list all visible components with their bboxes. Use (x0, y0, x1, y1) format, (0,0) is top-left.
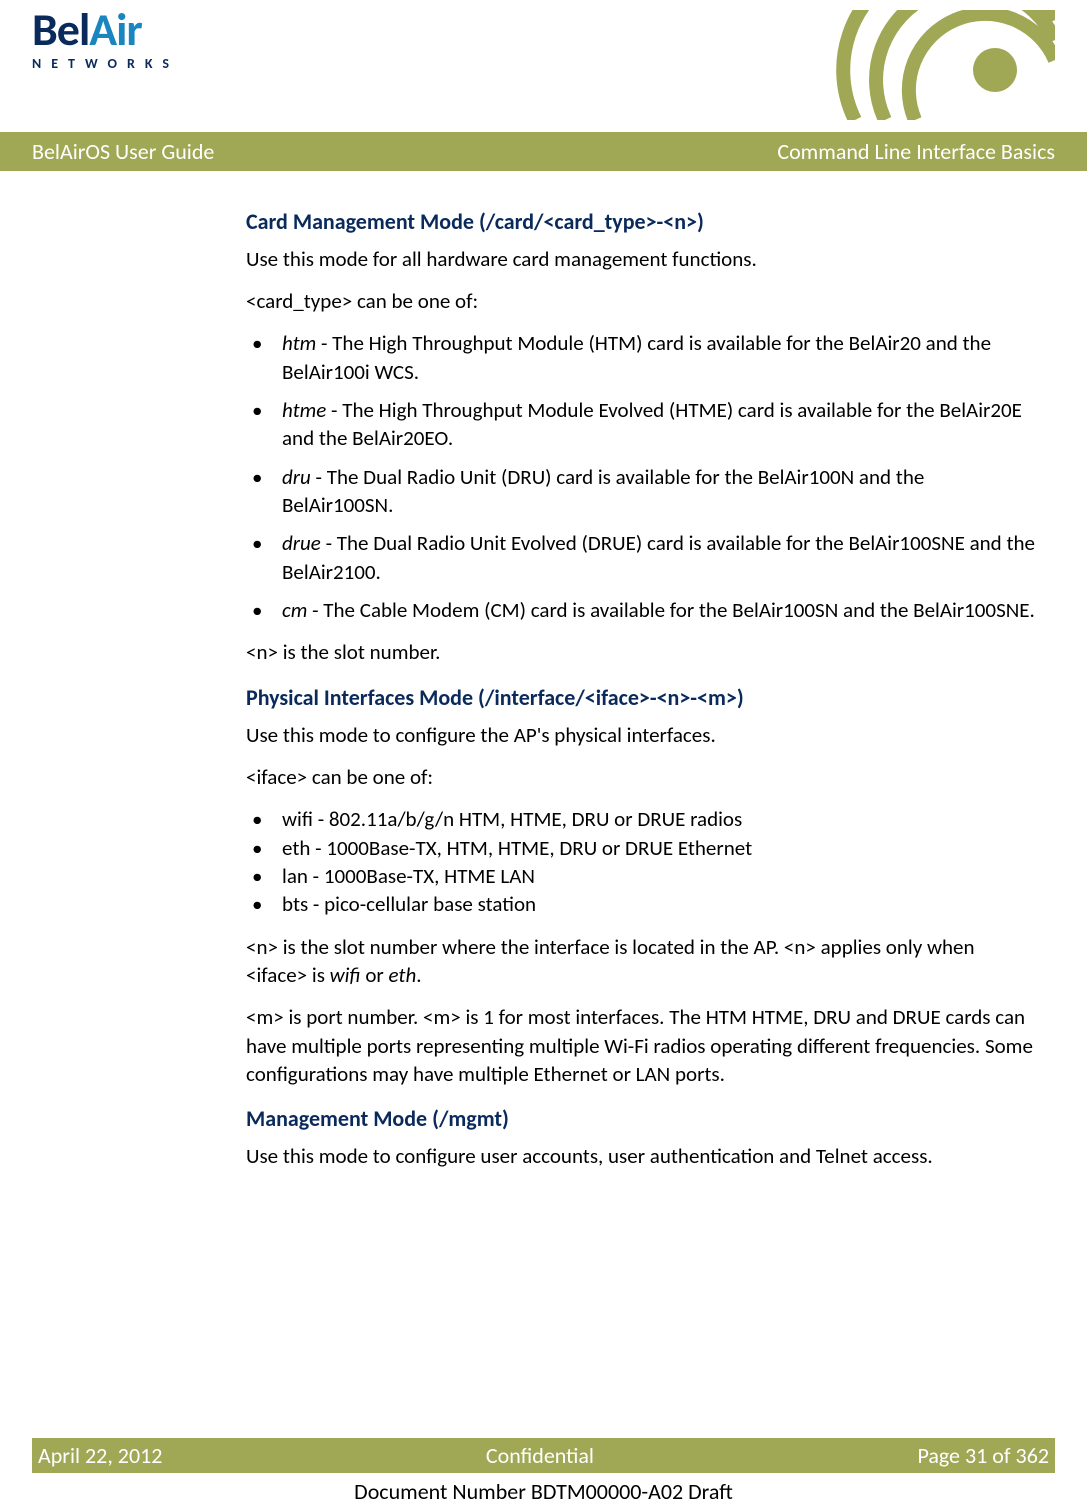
card-lead: <card_type> can be one of: (246, 287, 1037, 315)
heading-management-mode: Management Mode (/mgmt) (246, 1104, 1037, 1134)
term: drue (282, 530, 321, 556)
iface-n-text: <n> is the slot number where the interfa… (246, 933, 1037, 990)
footer-confidential: Confidential (486, 1442, 594, 1469)
desc: - The Cable Modem (CM) card is available… (307, 597, 1034, 623)
term: htm (282, 330, 316, 356)
document-number: Document Number BDTM00000-A02 Draft (0, 1478, 1087, 1505)
footer-bar: April 22, 2012 Confidential Page 31 of 3… (32, 1438, 1055, 1473)
swirl-icon (795, 10, 1055, 120)
title-bar: BelAirOS User Guide Command Line Interfa… (0, 132, 1087, 171)
doc-title: BelAirOS User Guide (32, 138, 214, 165)
logo: BelAir NETWORKS (32, 10, 179, 72)
mgmt-intro: Use this mode to configure user accounts… (246, 1142, 1037, 1170)
card-intro: Use this mode for all hardware card mana… (246, 245, 1037, 273)
footer-date: April 22, 2012 (38, 1442, 162, 1469)
card-trail: <n> is the slot number. (246, 638, 1037, 666)
heading-physical-interfaces: Physical Interfaces Mode (/interface/<if… (246, 683, 1037, 713)
term-eth: eth (389, 962, 417, 988)
term-wifi: wifi (330, 962, 361, 988)
term: cm (282, 597, 307, 623)
list-item: lan - 1000Base-TX, HTME LAN (246, 862, 1037, 890)
logo-prefix: Bel (32, 2, 89, 58)
list-item: eth - 1000Base-TX, HTM, HTME, DRU or DRU… (246, 834, 1037, 862)
n-post: . (416, 962, 421, 988)
desc: - The High Throughput Module (HTM) card … (282, 330, 991, 384)
list-item: cm - The Cable Modem (CM) card is availa… (246, 596, 1037, 624)
list-item: drue - The Dual Radio Unit Evolved (DRUE… (246, 529, 1037, 586)
desc: - The Dual Radio Unit Evolved (DRUE) car… (282, 530, 1035, 584)
chapter-title: Command Line Interface Basics (777, 138, 1055, 165)
heading-card-management: Card Management Mode (/card/<card_type>-… (246, 207, 1037, 237)
iface-intro: Use this mode to configure the AP's phys… (246, 721, 1037, 749)
term: htme (282, 397, 326, 423)
desc: - The Dual Radio Unit (DRU) card is avai… (282, 464, 924, 518)
page-header: BelAir NETWORKS (0, 0, 1087, 132)
logo-subtext: NETWORKS (32, 55, 179, 72)
footer-page: Page 31 of 362 (917, 1442, 1049, 1469)
iface-m-text: <m> is port number. <m> is 1 for most in… (246, 1003, 1037, 1088)
list-item: htme - The High Throughput Module Evolve… (246, 396, 1037, 453)
list-item: wifi - 802.11a/b/g/n HTM, HTME, DRU or D… (246, 805, 1037, 833)
list-item: bts - pico-cellular base station (246, 890, 1037, 918)
logo-suffix: Air (89, 2, 142, 58)
list-item: dru - The Dual Radio Unit (DRU) card is … (246, 463, 1037, 520)
content: Card Management Mode (/card/<card_type>-… (0, 171, 1087, 1204)
n-mid: or (361, 962, 389, 988)
list-item: htm - The High Throughput Module (HTM) c… (246, 329, 1037, 386)
term: dru (282, 464, 311, 490)
card-type-list: htm - The High Throughput Module (HTM) c… (246, 329, 1037, 624)
iface-list: wifi - 802.11a/b/g/n HTM, HTME, DRU or D… (246, 805, 1037, 918)
iface-lead: <iface> can be one of: (246, 763, 1037, 791)
desc: - The High Throughput Module Evolved (HT… (282, 397, 1022, 451)
